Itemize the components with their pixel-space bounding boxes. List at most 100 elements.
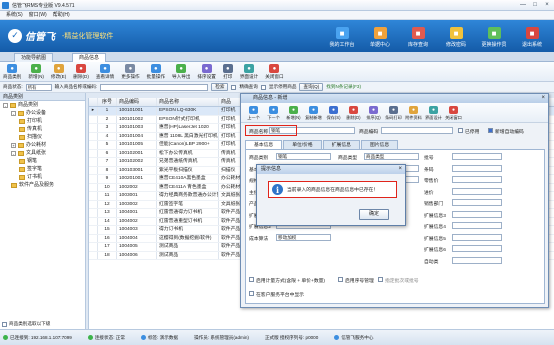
dialog-toolbar: ● 上一个 ● 下一个 ● 新增(N) ● 复制新增 ● 保存(S) ● 删除(D) ● 排序(Q) ● 条码… xyxy=(241,103,548,123)
dialog-tool-9[interactable]: ● 界面设计 xyxy=(425,106,442,122)
field-input[interactable]: 移动加权 xyxy=(276,233,331,241)
toolbar-btn-4[interactable]: ● 查看详情 xyxy=(96,64,114,81)
status-select[interactable]: 所有 xyxy=(25,83,52,91)
dialog-tool-10[interactable]: ● 关闭窗口 xyxy=(445,106,462,122)
tree-toggle[interactable]: - xyxy=(3,102,8,108)
field-input[interactable] xyxy=(452,210,502,218)
field-input[interactable] xyxy=(452,222,502,229)
field-input[interactable] xyxy=(452,245,502,252)
dtab-basic[interactable]: 基本信息 xyxy=(245,140,283,149)
disabled-checkbox[interactable] xyxy=(458,128,463,133)
col-code[interactable]: 商品编码 xyxy=(117,98,157,106)
tree-node[interactable]: 打印机 xyxy=(0,117,85,125)
tree-toggle[interactable]: - xyxy=(11,150,16,156)
tree-toggle[interactable]: + xyxy=(11,142,16,148)
col-name[interactable]: 商品名称 xyxy=(157,98,219,106)
col-index[interactable]: 序号 xyxy=(98,98,117,106)
dialog-tool-2[interactable]: ● 新增(N) xyxy=(285,106,302,122)
menu-system[interactable]: 系统(S) xyxy=(6,11,23,20)
field-input[interactable] xyxy=(452,176,502,183)
tree-node[interactable]: 软件产品及服务 xyxy=(0,181,85,189)
menu-window[interactable]: 窗口(W) xyxy=(29,11,47,20)
exact-label: 精确查询 xyxy=(239,84,258,89)
close-window-button[interactable]: × xyxy=(542,1,552,9)
dialog-close-icon[interactable]: × xyxy=(541,94,545,103)
minimize-button[interactable]: — xyxy=(518,1,528,9)
dialog-tool-0[interactable]: ● 上一个 xyxy=(245,106,262,122)
tree-node[interactable]: - 商品类别 xyxy=(0,101,85,109)
field-input[interactable] xyxy=(452,153,502,160)
window-title: 信管飞RMS专业版 V9.4.571 xyxy=(12,3,75,9)
topnav-item-3[interactable]: ■ 修改密码 xyxy=(438,22,474,50)
menu-help[interactable]: 帮助(H) xyxy=(53,11,70,20)
exact-checkbox[interactable] xyxy=(231,84,237,90)
maximize-button[interactable]: □ xyxy=(530,1,540,9)
toolbar-btn-8[interactable]: ● 排序设置 xyxy=(197,64,216,81)
dialog-tool-1[interactable]: ● 下一个 xyxy=(265,106,282,122)
dtab-image[interactable]: 图片信息 xyxy=(360,140,399,149)
toolbar-btn-10[interactable]: ● 界面设计 xyxy=(240,64,258,81)
measure-checkbox[interactable] xyxy=(249,277,254,282)
field-input[interactable] xyxy=(452,187,502,195)
tree-node[interactable]: 签字笔 xyxy=(0,165,85,173)
batch-icon: ● xyxy=(150,64,161,73)
toolbar-btn-6[interactable]: ● 批量操作 xyxy=(147,64,165,81)
toolbar-btn-9[interactable]: ● 打印 xyxy=(222,64,233,81)
topnav-item-5[interactable]: ■ 退出系统 xyxy=(514,22,550,50)
search-button[interactable]: 检索 xyxy=(211,83,229,91)
dialog-tool-3[interactable]: ● 复制新增 xyxy=(305,106,322,122)
topnav-item-1[interactable]: ■ 单据中心 xyxy=(362,22,398,50)
field-input[interactable] xyxy=(452,164,502,172)
table-cell: EPSON LQ-630K xyxy=(157,107,219,115)
dtab-ext[interactable]: 扩展信息 xyxy=(322,140,360,149)
field-input[interactable]: 商品类型 xyxy=(364,153,419,160)
batch-checkbox[interactable] xyxy=(378,277,383,282)
dialog-tool-7[interactable]: ● 条码打印 xyxy=(385,106,402,122)
tree-node[interactable]: 订书机 xyxy=(0,173,85,181)
sort-icon: ● xyxy=(201,64,212,73)
tab-product-info[interactable]: 商品信息 xyxy=(72,53,107,62)
tree-node[interactable]: 传真机 xyxy=(0,125,85,133)
field-input[interactable] xyxy=(452,199,502,206)
tab-function-map[interactable]: 功能导航图 xyxy=(14,53,54,62)
topnav-item-0[interactable]: ■ 我的工作台 xyxy=(324,22,360,50)
dialog-tool-6[interactable]: ● 排序(Q) xyxy=(365,106,382,122)
toolbar-btn-11[interactable]: ● 关闭窗口 xyxy=(265,64,284,81)
tree-node[interactable]: + 办公耗材 xyxy=(0,141,85,149)
status-label: 商品状态: xyxy=(3,84,23,89)
dialog-tool-5[interactable]: ● 删除(D) xyxy=(345,106,362,122)
dialog-tool-8[interactable]: ● 附件资料 xyxy=(405,106,422,122)
status-item-5: 信管飞服务中心 xyxy=(334,335,373,341)
keyword-input[interactable] xyxy=(100,83,209,91)
field-label: 商品类别 xyxy=(249,156,269,161)
dialog-tool-4[interactable]: ● 保存(S) xyxy=(325,106,342,122)
portal-checkbox[interactable] xyxy=(249,291,254,296)
toolbar-btn-7[interactable]: ● 导入导出 xyxy=(172,64,190,81)
toolbar-btn-1[interactable]: ● 新增(N) xyxy=(28,64,44,81)
dtab-unit-price[interactable]: 单位/价格 xyxy=(283,140,322,149)
toolbar-label: 关闭窗口 xyxy=(265,74,284,79)
toolbar-btn-0[interactable]: ● 商品类别 xyxy=(3,64,21,81)
tree-node[interactable]: - 办公设备 xyxy=(0,109,85,117)
alert-close-icon[interactable]: × xyxy=(398,165,402,174)
toolbar-btn-3[interactable]: ● 删除(D) xyxy=(73,64,89,81)
brand-slogan: -精益化管理软件 xyxy=(62,32,114,40)
field-input[interactable] xyxy=(452,256,502,264)
tree-node[interactable]: 扫描仪 xyxy=(0,133,85,141)
toolbar-btn-2[interactable]: ● 修改(E) xyxy=(51,64,66,81)
query-button[interactable]: 查询(Q) xyxy=(299,83,324,91)
topnav-item-2[interactable]: ■ 库存查询 xyxy=(400,22,436,50)
alert-ok-button[interactable]: 确定 xyxy=(359,209,389,220)
toolbar-btn-5[interactable]: ● 更多操作 xyxy=(121,64,140,81)
auto-code-checkbox[interactable] xyxy=(488,128,493,133)
tree-toggle[interactable]: - xyxy=(11,110,16,116)
tree-node[interactable]: 钢笔 xyxy=(0,157,85,165)
code-input[interactable] xyxy=(381,127,453,134)
topnav-item-4[interactable]: ■ 更换操作员 xyxy=(476,22,512,50)
include-sub-checkbox[interactable] xyxy=(2,321,7,327)
tree-node[interactable]: - 文具纸张 xyxy=(0,149,85,157)
field-input[interactable] xyxy=(452,233,502,241)
serial-checkbox[interactable] xyxy=(338,277,343,282)
field-input[interactable]: 钢笔 xyxy=(276,153,331,160)
show-disabled-checkbox[interactable] xyxy=(260,84,266,90)
